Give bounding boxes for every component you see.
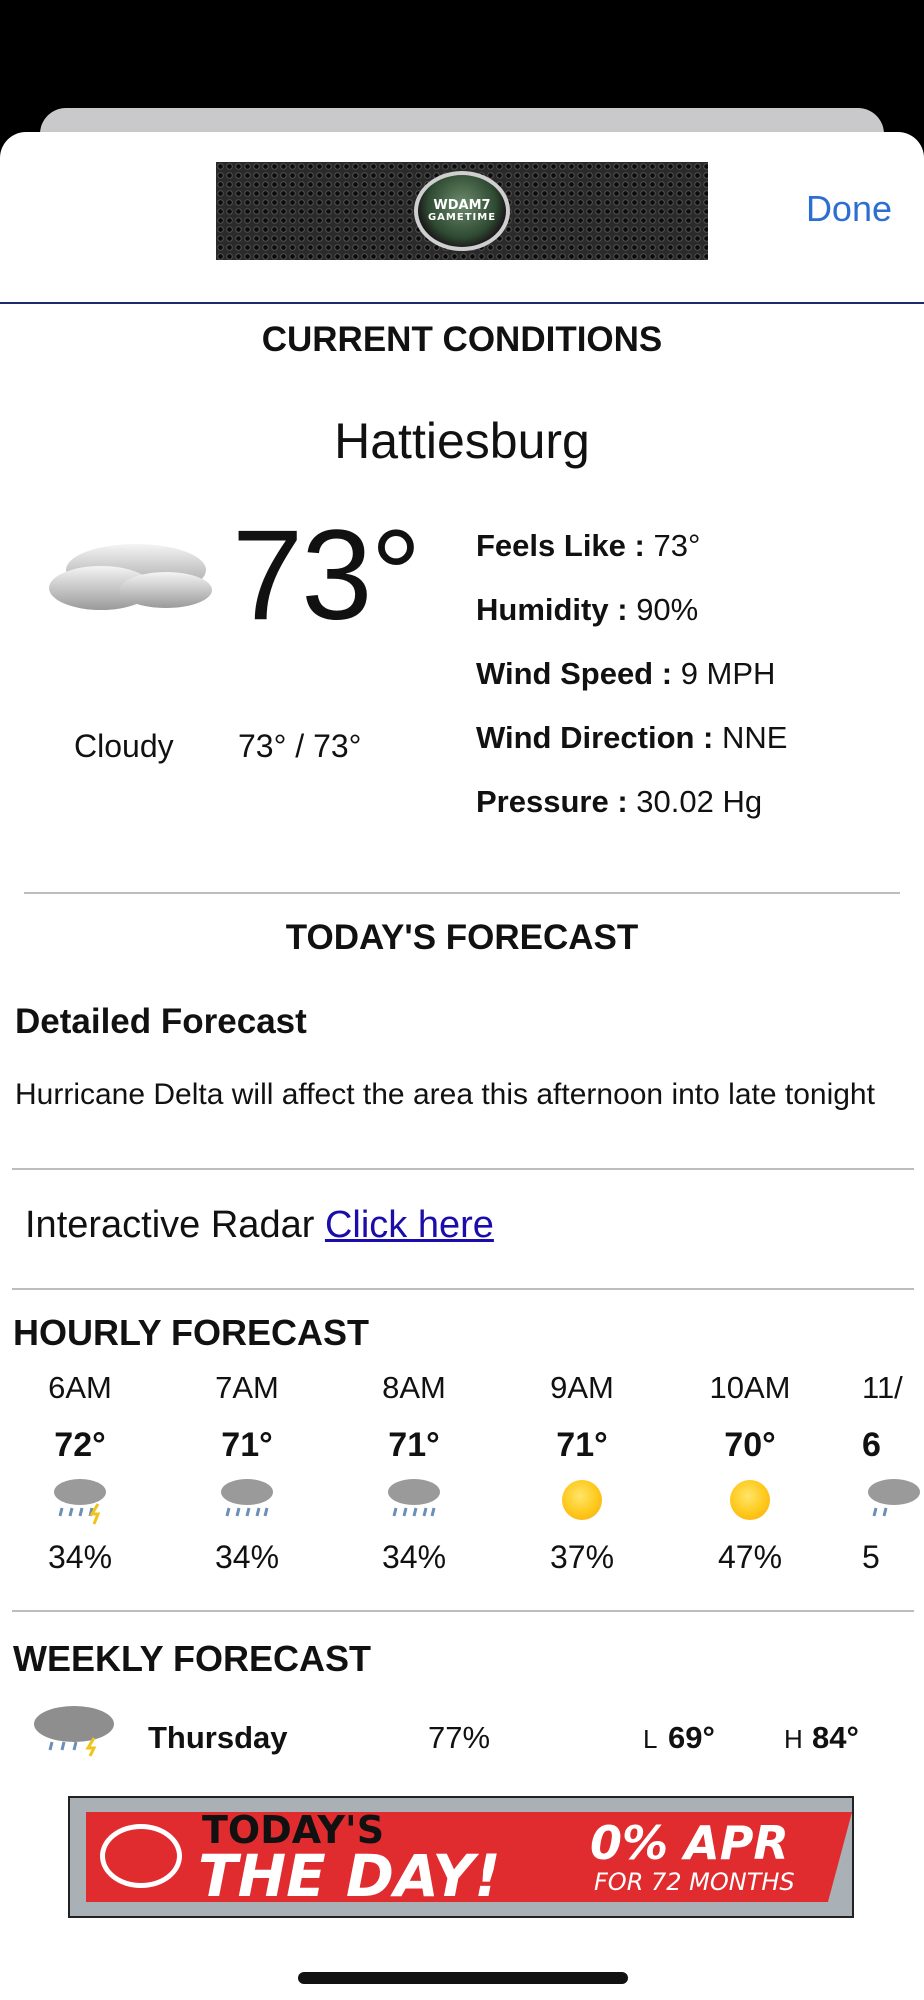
stat-value: 9 MPH [680,656,776,691]
hourly-forecast-title: HOURLY FORECAST [13,1312,370,1353]
stat-feels-like: Feels Like : 73° [476,514,787,578]
done-button[interactable]: Done [806,188,892,230]
conditions-stats: Feels Like : 73° Humidity : 90% Wind Spe… [476,514,787,834]
stat-value: 30.02 Hg [636,784,763,819]
stat-label: Feels Like : [476,528,645,563]
logo-text-line1: WDAM7 [433,197,491,213]
weekly-low: 69° [668,1720,715,1755]
divider [12,1168,914,1170]
hour-time: 7AM [215,1370,279,1405]
rain-icon [862,1471,924,1529]
weekly-forecast-title: WEEKLY FORECAST [13,1638,372,1679]
weekly-low-label: L [643,1724,658,1754]
current-temperature: 73° [232,504,422,647]
hour-precip: 5 [862,1539,880,1575]
weekly-row[interactable]: Thursday 77% L 69° H 84° [0,1706,924,1782]
hour-time: 10AM [709,1370,791,1405]
weekly-high: 84° [812,1720,859,1755]
station-logo: WDAM7 GAMETIME [216,162,708,260]
logo-text-line2: GAMETIME [427,211,497,223]
top-bar: WDAM7 GAMETIME Done [0,132,924,304]
todays-forecast-title: TODAY'S FORECAST [285,918,639,957]
hour-precip: 34% [214,1539,280,1575]
weekly-day: Thursday [148,1720,288,1755]
hour-temp: 72° [54,1426,106,1464]
hourly-item: 8AM 71° 34% [359,1370,469,1576]
weather-sheet: WDAM7 GAMETIME Done CURRENT CONDITIONS H… [0,132,924,2000]
stat-value: 90% [636,592,699,627]
detailed-forecast-title: Detailed Forecast [15,1002,307,1041]
ad-offer-sub: FOR 72 MONTHS [594,1868,795,1896]
rain-icon [192,1471,302,1529]
detailed-forecast-text: Hurricane Delta will affect the area thi… [15,1078,875,1111]
hour-temp: 6 [862,1426,881,1464]
advertisement-banner[interactable]: TODAY'S THE DAY! 0% APR FOR 72 MONTHS [68,1796,854,1918]
stat-wind-direction: Wind Direction : NNE [476,706,787,770]
radar-label: Interactive Radar [25,1204,315,1246]
thunderstorm-icon [25,1471,135,1529]
hourly-item: 9AM 71° 37% [527,1370,637,1576]
hourly-item: 7AM 71° 34% [192,1370,302,1576]
weekly-precip: 77% [428,1720,491,1755]
hour-precip: 37% [549,1539,615,1575]
hour-temp: 71° [388,1426,440,1464]
station-logo-badge: WDAM7 GAMETIME [414,171,510,251]
stat-label: Pressure : [476,784,628,819]
hourly-item: 10AM 70° 47% [695,1370,805,1576]
stat-label: Wind Direction : [476,720,714,755]
stat-pressure: Pressure : 30.02 Hg [476,770,787,834]
sun-icon [695,1471,805,1529]
city-name: Hattiesburg [334,413,590,469]
hi-lo-temperature: 73° / 73° [238,728,362,764]
hour-temp: 71° [221,1426,273,1464]
hourly-item: 6AM 72° 34% [25,1370,135,1576]
stat-label: Wind Speed : [476,656,673,691]
weekly-high-label: H [784,1724,803,1754]
hour-time: 8AM [382,1370,446,1405]
stat-value: NNE [722,720,788,755]
condition-label: Cloudy [74,728,174,764]
hour-time: 6AM [48,1370,112,1405]
hour-time: 9AM [550,1370,614,1405]
sun-icon [527,1471,637,1529]
current-conditions-title: CURRENT CONDITIONS [261,320,663,359]
hour-temp: 71° [556,1426,608,1464]
divider [12,1288,914,1290]
hourly-item: 11/ 6 5 [862,1370,924,1576]
interactive-radar: Interactive Radar Click here [25,1204,494,1247]
rain-icon [359,1471,469,1529]
radar-link[interactable]: Click here [325,1204,494,1246]
hour-precip: 47% [717,1539,783,1575]
toyota-logo-icon [100,1824,182,1888]
divider [12,1610,914,1612]
stat-label: Humidity : [476,592,628,627]
ad-headline-line2: THE DAY! [198,1842,501,1910]
hourly-forecast-strip[interactable]: 6AM 72° 34% 7AM 71° 34% 8AM 71° 34% 9AM … [0,1370,924,1575]
ad-offer: 0% APR [590,1816,789,1870]
stat-humidity: Humidity : 90% [476,578,787,642]
thunderstorm-icon [34,1706,114,1757]
divider [24,892,900,894]
home-indicator[interactable] [298,1972,628,1984]
stat-value: 73° [653,528,701,563]
hour-temp: 70° [724,1426,776,1464]
stat-wind-speed: Wind Speed : 9 MPH [476,642,787,706]
hour-precip: 34% [381,1539,447,1575]
hour-precip: 34% [47,1539,113,1575]
hour-time: 11/ [862,1370,903,1405]
cloud-icon [49,544,212,610]
